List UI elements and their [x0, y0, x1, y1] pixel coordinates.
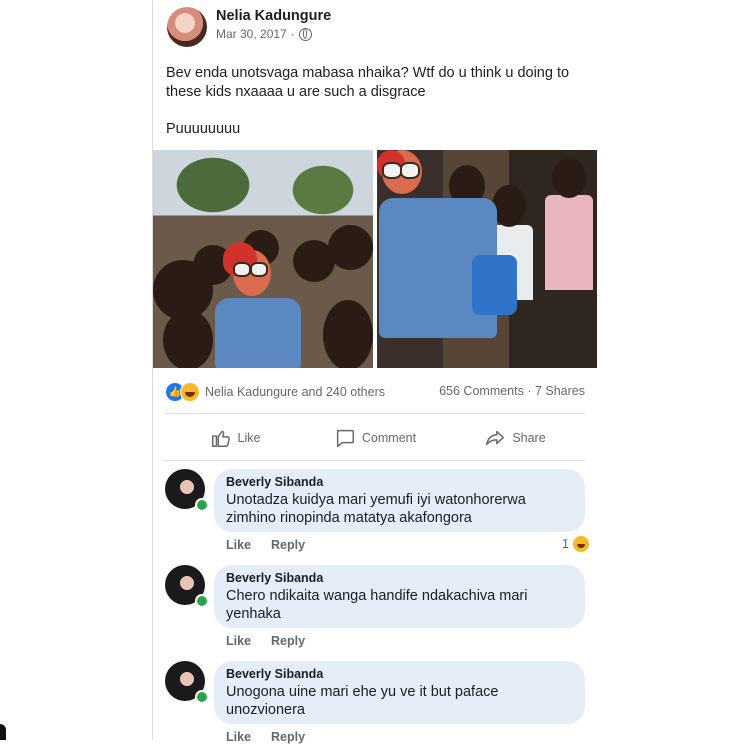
share-label: Share: [512, 431, 546, 445]
commenter-name[interactable]: Beverly Sibanda: [226, 571, 573, 585]
share-button[interactable]: Share: [445, 420, 585, 456]
post-date[interactable]: Mar 30, 2017: [216, 27, 287, 41]
online-status-indicator: [195, 594, 209, 608]
comment-bubble: Beverly Sibanda Unotadza kuidya mari yem…: [214, 469, 585, 532]
post-action-bar: Like Comment Share: [165, 420, 585, 456]
facebook-post: Nelia Kadungure Mar 30, 2017 · Bev enda …: [153, 0, 597, 744]
comment-like-button[interactable]: Like: [226, 538, 251, 552]
online-status-indicator: [195, 498, 209, 512]
comment-reply-button[interactable]: Reply: [271, 634, 305, 648]
comment-text: Unogona uine mari ehe yu ve it but pafac…: [226, 684, 499, 718]
post-body: Bev enda unotsvaga mabasa nhaika? Wtf do…: [166, 64, 586, 139]
corner-mark: [0, 724, 6, 740]
commenter-name[interactable]: Beverly Sibanda: [226, 475, 573, 489]
meta-separator: ·: [290, 27, 295, 41]
comment-text: Unotadza kuidya mari yemufi iyi watonhor…: [226, 492, 526, 526]
comment-reaction-count[interactable]: 1: [562, 536, 589, 552]
haha-reaction-icon: [573, 536, 589, 552]
reaction-summary[interactable]: 👍 Nelia Kadungure and 240 others: [165, 382, 385, 402]
haha-reaction-icon: [180, 382, 200, 402]
thumbs-up-icon: [211, 430, 230, 447]
post-photo-right[interactable]: [377, 150, 597, 368]
online-status-indicator: [195, 690, 209, 704]
post-text-line: Bev enda unotsvaga mabasa nhaika? Wtf do…: [166, 65, 570, 100]
comment-actions: Like Reply: [226, 730, 305, 744]
comment-bubble: Beverly Sibanda Unogona uine mari ehe yu…: [214, 661, 585, 724]
comment-share-counts[interactable]: 656 Comments · 7 Shares: [439, 384, 585, 398]
post-meta: Mar 30, 2017 ·: [216, 27, 312, 41]
post-author-name[interactable]: Nelia Kadungure: [216, 8, 331, 24]
comment-reply-button[interactable]: Reply: [271, 730, 305, 744]
comment-reply-button[interactable]: Reply: [271, 538, 305, 552]
comment-bubble: Beverly Sibanda Chero ndikaita wanga han…: [214, 565, 585, 628]
globe-icon: [298, 27, 312, 41]
divider: [165, 413, 585, 414]
reactions-label[interactable]: Nelia Kadungure and 240 others: [205, 385, 385, 399]
comment-actions: Like Reply: [226, 538, 305, 552]
author-avatar[interactable]: [167, 7, 207, 47]
comment-label: Comment: [361, 431, 417, 445]
comment-button[interactable]: Comment: [305, 420, 445, 456]
comment-text: Chero ndikaita wanga handife ndakachiva …: [226, 588, 528, 622]
divider: [165, 460, 585, 461]
comment-actions: Like Reply: [226, 634, 305, 648]
share-icon: [486, 430, 505, 446]
commenter-name[interactable]: Beverly Sibanda: [226, 667, 573, 681]
like-label: Like: [237, 431, 261, 445]
comment-icon: [336, 429, 354, 447]
post-photo-left[interactable]: [153, 150, 373, 368]
reaction-count: 1: [562, 537, 569, 551]
comment-like-button[interactable]: Like: [226, 730, 251, 744]
post-text-line: Puuuuuuuu: [166, 121, 241, 137]
comment-like-button[interactable]: Like: [226, 634, 251, 648]
like-button[interactable]: Like: [165, 420, 305, 456]
